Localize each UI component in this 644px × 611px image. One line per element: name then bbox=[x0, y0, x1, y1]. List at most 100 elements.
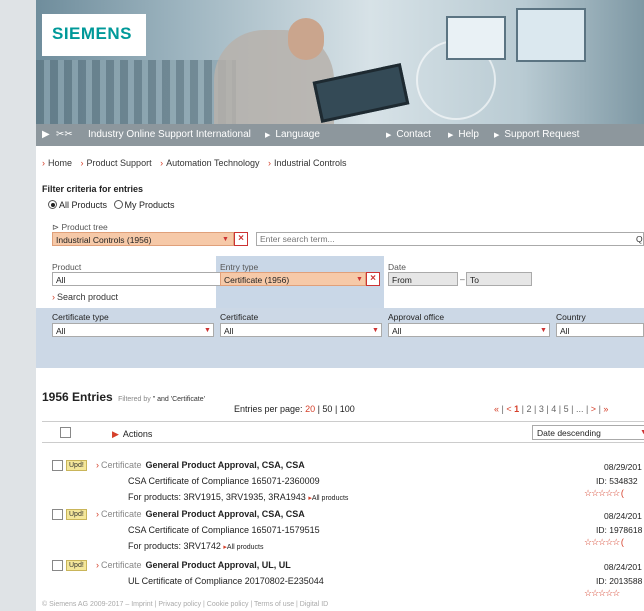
rating-stars[interactable]: ☆☆☆☆☆ bbox=[584, 588, 620, 599]
nav-support-request-link[interactable]: ▶ Support Request bbox=[494, 129, 579, 140]
nav-language-link[interactable]: ▶ Language bbox=[265, 129, 320, 140]
date-to-field[interactable]: To bbox=[466, 272, 532, 286]
last-page-button[interactable]: » bbox=[603, 404, 608, 414]
entry-type-select[interactable]: Certificate (1956) bbox=[220, 272, 366, 286]
nav-arrow-icon: ▶ bbox=[494, 132, 500, 139]
all-products-link[interactable]: ▸All products bbox=[308, 495, 348, 502]
breadcrumb-arrow-icon: › bbox=[268, 158, 272, 168]
prev-page-button[interactable]: < bbox=[506, 404, 511, 414]
nav-arrow-icon: ▶ bbox=[448, 132, 454, 139]
per-page-option[interactable]: 50 bbox=[322, 404, 332, 414]
entry-checkbox[interactable] bbox=[52, 509, 63, 520]
entry-checkbox[interactable] bbox=[52, 560, 63, 571]
clear-product-tree-button[interactable]: × bbox=[234, 232, 248, 246]
portal-icon: ✂✂ bbox=[56, 129, 73, 140]
update-badge: Upd! bbox=[66, 560, 87, 571]
search-product-link[interactable]: › Search product bbox=[52, 292, 118, 302]
certificate-label: Certificate bbox=[220, 312, 259, 322]
certificate-type-label: Certificate type bbox=[52, 312, 109, 322]
entry-title-link[interactable]: › Certificate General Product Approval, UL… bbox=[96, 560, 291, 570]
certificate-type-select[interactable]: All bbox=[52, 323, 214, 337]
date-label: Date bbox=[388, 262, 406, 272]
country-select[interactable]: All bbox=[556, 323, 644, 337]
breadcrumb-arrow-icon: › bbox=[80, 158, 84, 168]
breadcrumb-item[interactable]: Automation Technology bbox=[166, 158, 259, 168]
entry-type-label: Entry type bbox=[220, 262, 259, 272]
date-from-field[interactable]: From bbox=[388, 272, 458, 286]
approval-office-select[interactable]: All bbox=[388, 323, 550, 337]
nav-portal-link[interactable]: Industry Online Support International bbox=[88, 129, 251, 140]
entry-title-link[interactable]: › Certificate General Product Approval, CS… bbox=[96, 460, 305, 470]
entry-checkbox[interactable] bbox=[52, 460, 63, 471]
date-separator: – bbox=[460, 274, 465, 284]
page-link[interactable]: 4 bbox=[551, 404, 556, 414]
entry-date: 08/29/201 bbox=[604, 462, 642, 472]
breadcrumb-arrow-icon: › bbox=[42, 158, 45, 168]
page-footer: © Siemens AG 2009-2017 – Imprint | Priva… bbox=[42, 601, 329, 608]
entry-id: ID: 1978618 bbox=[596, 525, 643, 535]
entry-date: 08/24/201 bbox=[604, 562, 642, 572]
select-all-checkbox[interactable] bbox=[60, 427, 71, 438]
pagination: « | < 1 | 2 | 3 | 4 | 5 | ... | > | » bbox=[494, 404, 609, 414]
certificate-select[interactable]: All bbox=[220, 323, 382, 337]
radio-selected-icon bbox=[48, 200, 57, 209]
actions-arrow-icon: ▶ bbox=[112, 429, 119, 439]
nav-arrow-icon: ▶ bbox=[265, 132, 271, 139]
page-link[interactable]: 1 bbox=[514, 404, 519, 414]
first-page-button[interactable]: « bbox=[494, 404, 499, 414]
product-tree-select[interactable]: Industrial Controls (1956) bbox=[52, 232, 234, 246]
entry-description: UL Certificate of Compliance 20170802-E2… bbox=[128, 576, 324, 586]
entry-description: CSA Certificate of Compliance 165071-157… bbox=[128, 525, 320, 535]
page-link[interactable]: 2 bbox=[527, 404, 532, 414]
display-screen-image bbox=[516, 8, 586, 62]
entry-id: ID: 534832 bbox=[596, 476, 638, 486]
actions-menu[interactable]: ▶ Actions bbox=[112, 429, 152, 440]
sort-select[interactable]: Date descending ▼ bbox=[532, 425, 644, 440]
nav-contact-link[interactable]: ▶ Contact bbox=[386, 129, 431, 140]
clear-entry-type-button[interactable]: × bbox=[366, 272, 380, 286]
chevron-down-icon: ▼ bbox=[372, 327, 379, 334]
page-link[interactable]: 5 bbox=[564, 404, 569, 414]
search-icon[interactable]: Q bbox=[636, 234, 643, 244]
product-label: Product bbox=[52, 262, 82, 272]
product-field[interactable]: All bbox=[52, 272, 248, 286]
entries-count-title: 1956 Entries Filtered by " and 'Certific… bbox=[42, 390, 205, 404]
actions-bar: ▶ Actions Date descending ▼ bbox=[42, 421, 644, 443]
entry-date: 08/24/201 bbox=[604, 511, 642, 521]
breadcrumb: › Home › Product Support › Automation Techn… bbox=[42, 158, 347, 168]
product-scope-radio-group: All Products My Products bbox=[48, 200, 175, 210]
breadcrumb-item[interactable]: Industrial Controls bbox=[274, 158, 347, 168]
entry-title-link[interactable]: › Certificate General Product Approval, CS… bbox=[96, 509, 305, 519]
breadcrumb-arrow-icon: › bbox=[160, 158, 164, 168]
entry-id: ID: 2013588 bbox=[596, 576, 643, 586]
hero-banner: SIEMENS bbox=[36, 0, 644, 124]
per-page-option[interactable]: 100 bbox=[340, 404, 355, 414]
all-products-radio[interactable]: All Products bbox=[48, 200, 107, 210]
nav-help-link[interactable]: ▶ Help bbox=[448, 129, 479, 140]
update-badge: Upd! bbox=[66, 509, 87, 520]
page: SIEMENS ▶ ✂✂ Industry Online Support Int… bbox=[36, 0, 644, 611]
entries-per-page: Entries per page: 20 | 50 | 100 bbox=[234, 404, 355, 414]
rating-stars[interactable]: ☆☆☆☆☆ ( bbox=[584, 488, 624, 499]
breadcrumb-item[interactable]: Home bbox=[48, 158, 72, 168]
all-products-link[interactable]: ▸All products bbox=[223, 544, 263, 551]
filter-title: Filter criteria for entries bbox=[42, 184, 144, 194]
chevron-down-icon: ▼ bbox=[640, 429, 644, 436]
top-navigation: ▶ ✂✂ Industry Online Support Internation… bbox=[36, 124, 644, 146]
page-link[interactable]: 3 bbox=[539, 404, 544, 414]
my-products-radio[interactable]: My Products bbox=[113, 200, 175, 210]
nav-arrow-icon: ▶ bbox=[386, 132, 392, 139]
breadcrumb-item[interactable]: Product Support bbox=[87, 158, 152, 168]
entry-arrow-icon: › bbox=[96, 560, 99, 570]
machinery-image bbox=[36, 60, 236, 124]
rating-stars[interactable]: ☆☆☆☆☆ ( bbox=[584, 537, 624, 548]
country-label: Country bbox=[556, 312, 586, 322]
display-screen-image bbox=[446, 16, 506, 60]
chevron-down-icon: ▼ bbox=[222, 236, 229, 243]
next-page-button[interactable]: > bbox=[591, 404, 596, 414]
siemens-logo[interactable]: SIEMENS bbox=[52, 24, 132, 44]
filter-summary: Filtered by " and 'Certificate' bbox=[118, 396, 205, 403]
person-head-image bbox=[288, 18, 324, 60]
per-page-option[interactable]: 20 bbox=[305, 404, 315, 414]
search-input[interactable] bbox=[256, 232, 644, 246]
